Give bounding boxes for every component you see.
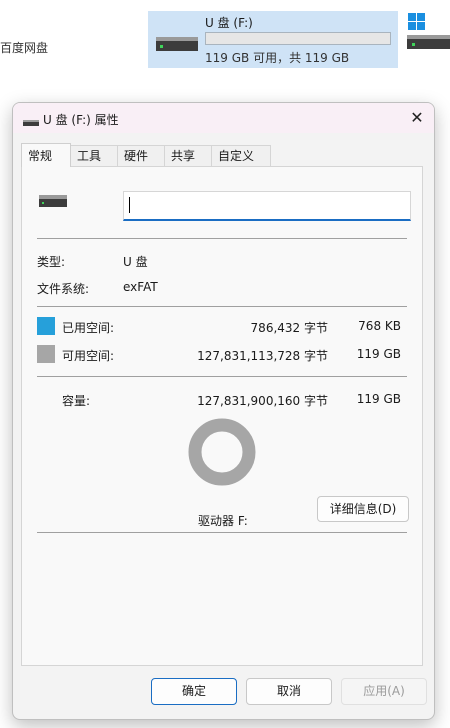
close-button[interactable]: ✕ xyxy=(400,103,434,133)
details-button[interactable]: 详细信息(D) xyxy=(317,496,409,522)
free-space-size: 119 GB xyxy=(356,347,401,361)
type-label: 类型: xyxy=(37,255,66,269)
donut-free-segment xyxy=(188,418,256,486)
ok-button[interactable]: 确定 xyxy=(151,678,237,705)
used-space-bytes: 786,432 字节 xyxy=(250,321,328,335)
usb-drive-icon xyxy=(39,195,67,210)
used-space-size: 768 KB xyxy=(358,319,401,333)
dialog-title: U 盘 (F:) 属性 xyxy=(43,113,119,127)
drive-usage-bar xyxy=(205,32,391,45)
properties-dialog: U 盘 (F:) 属性 ✕ 常规 工具 硬件 共享 自定义 类型: U 盘 文件… xyxy=(12,102,435,720)
drive-name: U 盘 (F:) xyxy=(205,16,253,30)
tab-customize[interactable]: 自定义 xyxy=(211,145,271,166)
general-tab-panel: 类型: U 盘 文件系统: exFAT 已用空间: 786,432 字节 768… xyxy=(21,166,423,666)
cancel-button[interactable]: 取消 xyxy=(246,678,332,705)
space-usage-donut-chart xyxy=(188,418,256,486)
divider xyxy=(37,532,407,533)
filesystem-value: exFAT xyxy=(123,280,158,294)
free-space-swatch xyxy=(37,345,55,363)
filesystem-label: 文件系统: xyxy=(37,282,90,296)
tab-sharing[interactable]: 共享 xyxy=(164,145,212,166)
divider xyxy=(37,376,407,377)
free-space-bytes: 127,831,113,728 字节 xyxy=(197,349,328,363)
text-caret xyxy=(129,197,130,213)
tab-general[interactable]: 常规 xyxy=(21,143,71,167)
tab-hardware[interactable]: 硬件 xyxy=(117,145,165,166)
used-space-swatch xyxy=(37,317,55,335)
drive-letter-label: 驱动器 F: xyxy=(198,514,248,528)
windows-system-drive-icon[interactable] xyxy=(407,13,450,54)
used-space-label: 已用空间: xyxy=(62,321,115,335)
drive-name-input[interactable] xyxy=(123,191,411,221)
usb-drive-icon xyxy=(156,37,198,54)
capacity-bytes: 127,831,900,160 字节 xyxy=(197,394,328,408)
tab-tools[interactable]: 工具 xyxy=(70,145,118,166)
free-space-label: 可用空间: xyxy=(62,349,115,363)
divider xyxy=(37,238,407,239)
apply-button[interactable]: 应用(A) xyxy=(341,678,427,705)
type-value: U 盘 xyxy=(123,255,148,269)
sidebar-item-baidu-netdisk[interactable]: 百度网盘 xyxy=(0,39,48,56)
capacity-size: 119 GB xyxy=(356,392,401,406)
drive-space-info: 119 GB 可用，共 119 GB xyxy=(205,51,350,65)
drive-tile-f[interactable]: U 盘 (F:) 119 GB 可用，共 119 GB xyxy=(148,11,398,68)
divider xyxy=(37,306,407,307)
dialog-titlebar[interactable]: U 盘 (F:) 属性 ✕ xyxy=(13,103,434,133)
usb-drive-icon xyxy=(23,115,39,129)
capacity-label: 容量: xyxy=(62,394,91,408)
